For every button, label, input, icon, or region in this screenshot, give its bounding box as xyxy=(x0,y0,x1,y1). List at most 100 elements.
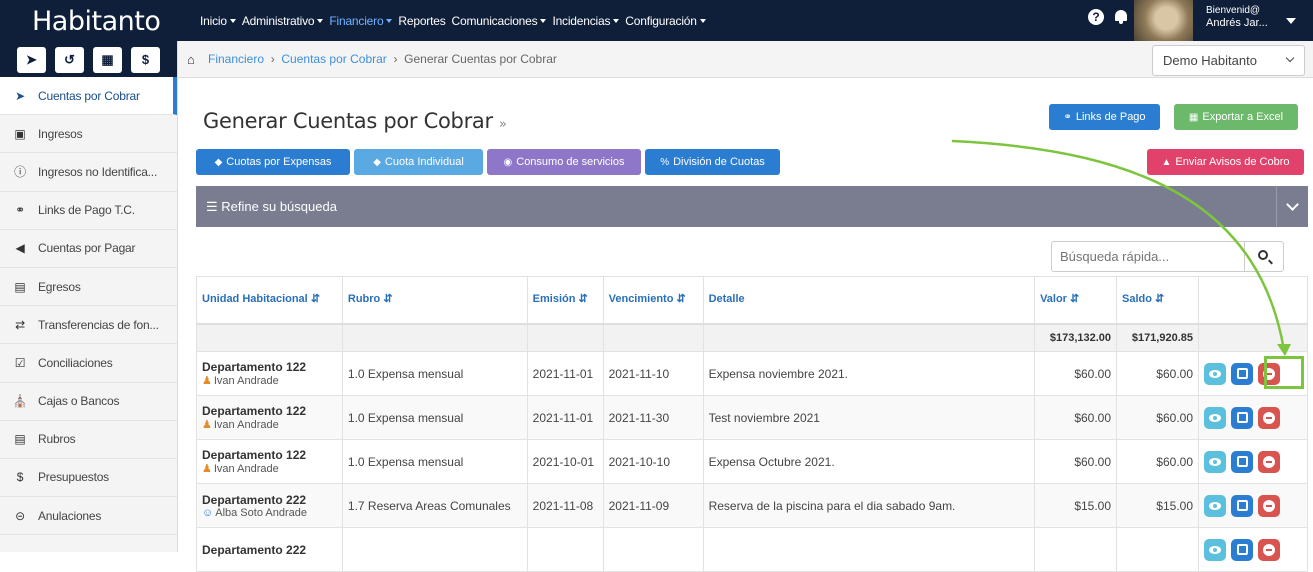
user-menu[interactable]: Bienvenid@ Andrés Jar... xyxy=(1206,5,1268,29)
col-vencimiento[interactable]: Vencimiento ⇵ xyxy=(602,276,704,325)
anular-button[interactable] xyxy=(1258,450,1280,473)
division-cuotas-button[interactable]: % División de Cuotas xyxy=(645,149,780,175)
table-row[interactable]: Departamento 222 ☺ Alba Soto Andrade 1.7 R… xyxy=(196,483,1308,528)
menu-financiero[interactable]: Financiero xyxy=(326,14,395,28)
company-select[interactable]: Demo Habitanto xyxy=(1152,45,1305,76)
breadcrumb: Financiero › Cuentas por Cobrar › Genera… xyxy=(208,52,557,66)
bell-icon[interactable] xyxy=(1114,9,1128,25)
edit-icon xyxy=(1236,500,1248,511)
view-button[interactable] xyxy=(1204,406,1226,429)
edit-button[interactable] xyxy=(1231,538,1253,561)
breadcrumb-cuentas-por-cobrar[interactable]: Cuentas por Cobrar xyxy=(281,52,386,66)
view-button[interactable] xyxy=(1204,494,1226,517)
table-row[interactable]: Departamento 122 ♟ Ivan Andrade 1.0 Expens… xyxy=(196,439,1308,484)
main-menu: Inicio Administrativo Financiero Reporte… xyxy=(197,0,709,41)
sort-icon: ⇵ xyxy=(676,293,686,306)
table-row[interactable]: Departamento 222 xyxy=(196,527,1308,572)
total-saldo: $171,920.85 xyxy=(1116,323,1199,352)
sidebar-item-egresos[interactable]: ▤ Egresos xyxy=(0,268,177,307)
sidebar-item-ingresos[interactable]: ▣ Ingresos xyxy=(0,115,177,154)
tag-icon: ◆ xyxy=(373,156,381,168)
col-rubro[interactable]: Rubro ⇵ xyxy=(341,276,528,325)
minus-circle-icon: ⊝ xyxy=(15,508,25,523)
view-button[interactable] xyxy=(1204,450,1226,473)
unidad-name: Departamento 122 xyxy=(202,360,307,374)
sidebar-item-conciliaciones[interactable]: ☑ Conciliaciones xyxy=(0,344,177,383)
dollar-icon[interactable]: $ xyxy=(131,47,160,73)
sidebar-item-ingresos-no-identificados[interactable]: ⓘ Ingresos no Identifica... xyxy=(0,153,177,192)
quick-search-input[interactable] xyxy=(1051,241,1245,272)
paper-plane-icon[interactable]: ➤ xyxy=(17,47,46,73)
sidebar-item-presupuestos[interactable]: $ Presupuestos xyxy=(0,459,177,498)
anular-button[interactable] xyxy=(1258,538,1280,561)
search-button[interactable] xyxy=(1244,241,1284,272)
chevron-down-icon[interactable] xyxy=(1276,186,1308,227)
calculator-icon[interactable]: ▦ xyxy=(93,47,122,73)
eye-icon xyxy=(1209,413,1221,422)
cuotas-por-expensas-button[interactable]: ◆ Cuotas por Expensas xyxy=(196,149,350,175)
view-button[interactable] xyxy=(1204,538,1226,561)
menu-comunicaciones[interactable]: Comunicaciones xyxy=(449,14,550,28)
rubro-cell: 1.0 Expensa mensual xyxy=(341,439,528,484)
sidebar-item-rubros[interactable]: ▤ Rubros xyxy=(0,421,177,459)
sort-icon: ⇵ xyxy=(310,293,321,306)
user-name: Andrés Jar... xyxy=(1206,17,1268,29)
valor-cell: $60.00 xyxy=(1034,395,1118,440)
breadcrumb-financiero[interactable]: Financiero xyxy=(208,52,264,66)
vencimiento-cell: 2021-11-30 xyxy=(602,395,704,440)
cuentas-table: Unidad Habitacional ⇵ Rubro ⇵ Emisión ⇵ … xyxy=(196,276,1308,572)
table-row[interactable]: Departamento 122 ♟ Ivan Andrade 1.0 Expens… xyxy=(196,351,1308,396)
menu-reportes[interactable]: Reportes xyxy=(395,14,448,28)
exchange-icon: ⇄ xyxy=(15,317,25,332)
breadcrumb-bar: ⌂ Financiero › Cuentas por Cobrar › Gene… xyxy=(178,41,1313,78)
sidebar-item-transferencias[interactable]: ⇄ Transferencias de fon... xyxy=(0,306,177,345)
sidebar-item-cuentas-por-pagar[interactable]: ◀ Cuentas por Pagar xyxy=(0,230,177,268)
edit-button[interactable] xyxy=(1231,450,1253,473)
help-icon[interactable]: ? xyxy=(1088,9,1104,25)
valor-cell: $60.00 xyxy=(1034,351,1118,396)
user-greeting: Bienvenid@ xyxy=(1206,5,1261,16)
col-detalle: Detalle xyxy=(702,276,1036,325)
home-icon[interactable]: ⌂ xyxy=(187,52,195,67)
edit-button[interactable] xyxy=(1231,362,1253,385)
history-icon[interactable]: ↺ xyxy=(55,47,84,73)
unidad-name: Departamento 222 xyxy=(202,492,307,507)
list-alt-icon: ▤ xyxy=(14,432,26,447)
enviar-avisos-button[interactable]: ▲ Enviar Avisos de Cobro xyxy=(1147,149,1304,175)
menu-inicio[interactable]: Inicio xyxy=(197,14,239,28)
sidebar-item-cajas-o-bancos[interactable]: ⛪ Cajas o Bancos xyxy=(0,383,177,421)
consumo-servicios-button[interactable]: ◉ Consumo de servicios xyxy=(487,149,641,175)
col-valor[interactable]: Valor ⇵ xyxy=(1034,276,1118,325)
edit-icon xyxy=(1236,544,1248,555)
edit-button[interactable] xyxy=(1231,406,1253,429)
sidebar-item-anulaciones[interactable]: ⊝ Anulaciones xyxy=(0,497,177,536)
refine-search-panel[interactable]: ☰ Refine su búsqueda xyxy=(196,186,1308,227)
user-caret-down-icon[interactable] xyxy=(1286,18,1296,24)
menu-administrativo[interactable]: Administrativo xyxy=(239,14,327,28)
sidebar-item-links-de-pago[interactable]: ⚭ Links de Pago T.C. xyxy=(0,192,177,230)
col-unidad[interactable]: Unidad Habitacional ⇵ xyxy=(196,276,343,325)
user-icon: ♟ xyxy=(202,419,212,431)
user-icon: ♟ xyxy=(202,463,212,475)
links-de-pago-button[interactable]: ⚭ Links de Pago xyxy=(1049,104,1160,130)
owner-name: Alba Soto Andrade xyxy=(215,506,307,519)
edit-button[interactable] xyxy=(1231,494,1253,517)
col-saldo[interactable]: Saldo ⇵ xyxy=(1116,276,1199,325)
brand-logo[interactable]: Habitanto xyxy=(0,0,178,41)
sort-icon: ⇵ xyxy=(578,293,588,306)
exportar-excel-button[interactable]: ▦ Exportar a Excel xyxy=(1174,104,1298,130)
view-button[interactable] xyxy=(1204,362,1226,385)
eye-icon xyxy=(1209,369,1221,378)
eye-icon xyxy=(1209,545,1221,554)
cuota-individual-button[interactable]: ◆ Cuota Individual xyxy=(354,149,483,175)
avatar[interactable] xyxy=(1134,0,1193,41)
link-icon: ⚭ xyxy=(1063,111,1072,123)
anular-button[interactable] xyxy=(1258,406,1280,429)
sidebar-item-cuentas-por-cobrar[interactable]: ➤ Cuentas por Cobrar xyxy=(0,77,177,116)
menu-configuracion[interactable]: Configuración xyxy=(622,14,708,28)
table-row[interactable]: Departamento 122 ♟ Ivan Andrade 1.0 Expens… xyxy=(196,395,1308,440)
anular-button[interactable] xyxy=(1258,494,1280,517)
edit-icon xyxy=(1236,456,1248,467)
menu-incidencias[interactable]: Incidencias xyxy=(549,14,622,28)
col-emision[interactable]: Emisión ⇵ xyxy=(526,276,604,325)
